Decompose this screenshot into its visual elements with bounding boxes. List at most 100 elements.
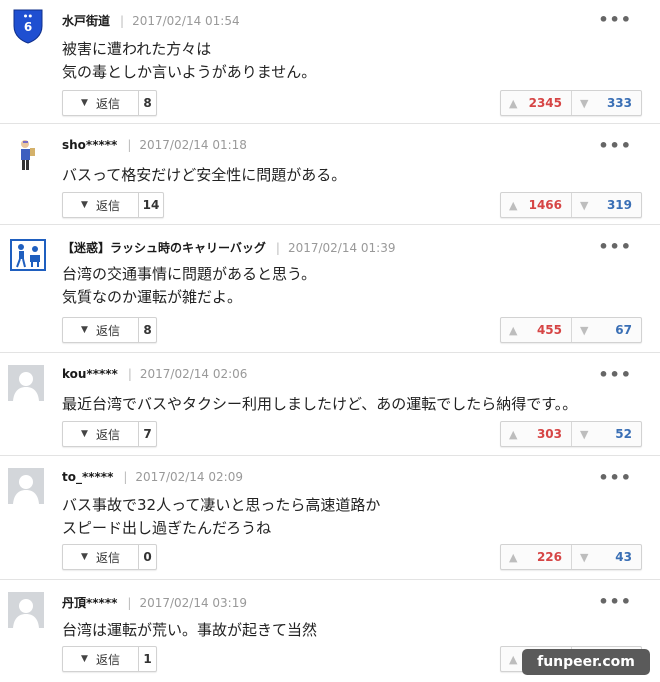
thumbs-up-icon: ▲	[509, 198, 518, 212]
dislike-button[interactable]: ▼ 319	[571, 193, 641, 217]
vote-box: ▲ 303 ▼ 52	[500, 421, 642, 447]
chevron-down-icon: ▼	[81, 552, 88, 562]
comment-meta: 【迷惑】ラッシュ時のキャリーバッグ | 2017/02/14 01:39	[62, 241, 396, 255]
more-options-button[interactable]: •••	[598, 592, 632, 611]
reply-button[interactable]: ▼ 返信 8	[62, 317, 157, 343]
chevron-down-icon: ▼	[81, 200, 88, 210]
reply-label: 返信	[95, 323, 120, 338]
reply-label: 返信	[95, 198, 120, 213]
dislike-count: 333	[606, 96, 632, 110]
comment-timestamp: 2017/02/14 02:06	[139, 367, 248, 381]
dislike-button[interactable]: ▼ 52	[571, 422, 641, 446]
comment-username[interactable]: sho*****	[62, 138, 117, 152]
dislike-button[interactable]: ▼ 67	[571, 318, 641, 342]
more-options-button[interactable]: •••	[598, 237, 632, 256]
vote-box: ▲ 226 ▼ 43	[500, 544, 642, 570]
dislike-button[interactable]: ▼ 333	[571, 91, 641, 115]
more-options-button[interactable]: •••	[598, 365, 632, 384]
default-avatar-icon[interactable]	[8, 365, 44, 401]
figure-icon[interactable]	[14, 138, 42, 172]
thumbs-down-icon: ▼	[580, 323, 589, 337]
reply-label: 返信	[95, 427, 120, 442]
comment-username[interactable]: 【迷惑】ラッシュ時のキャリーバッグ	[62, 241, 266, 255]
comment-timestamp: 2017/02/14 01:54	[132, 14, 240, 28]
comment-username[interactable]: 水戸街道	[62, 14, 110, 28]
comment-item: ● ● 6 水戸街道 | 2017/02/14 01:54 ••• 被害に遭われた方…	[0, 0, 660, 124]
svg-text:● ●: ● ●	[24, 13, 33, 18]
comment-text: 被害に遭われた方々は 気の毒としか言いようがありません。	[62, 40, 317, 81]
dislike-count: 43	[615, 550, 632, 564]
chevron-down-icon: ▼	[81, 654, 88, 664]
like-count: 303	[536, 427, 562, 441]
watermark: funpeer.com	[522, 649, 650, 675]
thumbs-up-icon: ▲	[509, 550, 518, 564]
reply-count: 14	[142, 198, 160, 212]
comment-text: バス事故で32人って凄いと思ったら高速道路か スピード出し過ぎたんだろうね	[62, 496, 381, 537]
like-button[interactable]: ▲ 2345	[501, 91, 571, 115]
comment-meta: 水戸街道 | 2017/02/14 01:54	[62, 14, 240, 28]
comment-item: sho***** | 2017/02/14 01:18 ••• バスって格安だけど安…	[0, 124, 660, 225]
comment-item: to_***** | 2017/02/14 02:09 ••• バス事故で32人って…	[0, 456, 660, 580]
default-avatar-icon[interactable]	[8, 592, 44, 628]
like-count: 226	[536, 550, 562, 564]
comment-username[interactable]: 丹頂*****	[62, 596, 117, 610]
chevron-down-icon: ▼	[81, 429, 88, 439]
dislike-count: 52	[615, 427, 632, 441]
comment-text: 台湾は運転が荒い。事故が起きて当然	[62, 621, 318, 639]
reply-button[interactable]: ▼ 返信 8	[62, 90, 157, 116]
reply-label: 返信	[95, 96, 120, 111]
reply-count: 1	[143, 652, 152, 666]
like-count: 1466	[528, 198, 562, 212]
reply-count: 8	[143, 96, 152, 110]
thumbs-up-icon: ▲	[509, 323, 518, 337]
comment-list: ● ● 6 水戸街道 | 2017/02/14 01:54 ••• 被害に遭われた方…	[0, 0, 660, 682]
comment-timestamp: 2017/02/14 01:39	[287, 241, 396, 255]
vote-box: ▲ 2345 ▼ 333	[500, 90, 642, 116]
chevron-down-icon: ▼	[81, 98, 88, 108]
default-avatar-icon[interactable]	[8, 468, 44, 504]
comment-meta: sho***** | 2017/02/14 01:18	[62, 138, 247, 152]
comment-text: 最近台湾でバスやタクシー利用しましたけど、あの運転でしたら納得です。。	[62, 395, 578, 413]
reply-count: 8	[143, 323, 152, 337]
like-count: 455	[536, 323, 562, 337]
comment-text: 台湾の交通事情に問題があると思う。 気質なのか運転が雑だよ。	[62, 265, 317, 306]
thumbs-down-icon: ▼	[580, 550, 589, 564]
like-button[interactable]: ▲ 1466	[501, 193, 571, 217]
like-button[interactable]: ▲ 226	[501, 545, 571, 569]
thumbs-up-icon: ▲	[509, 652, 518, 666]
reply-count: 7	[143, 427, 152, 441]
like-button[interactable]: ▲ 303	[501, 422, 571, 446]
comment-meta: to_***** | 2017/02/14 02:09	[62, 470, 243, 484]
reply-button[interactable]: ▼ 返信 7	[62, 421, 157, 447]
dislike-button[interactable]: ▼ 43	[571, 545, 641, 569]
like-button[interactable]: ▲ 455	[501, 318, 571, 342]
more-options-button[interactable]: •••	[598, 468, 632, 487]
more-options-button[interactable]: •••	[598, 10, 632, 29]
comment-username[interactable]: kou*****	[62, 367, 118, 381]
dislike-count: 67	[615, 323, 632, 337]
vote-box: ▲ 455 ▼ 67	[500, 317, 642, 343]
reply-button[interactable]: ▼ 返信 14	[62, 192, 164, 218]
thumbs-down-icon: ▼	[580, 427, 589, 441]
comment-item: kou***** | 2017/02/14 02:06 ••• 最近台湾でバスやタク…	[0, 353, 660, 456]
thumbs-up-icon: ▲	[509, 96, 518, 110]
thumbs-down-icon: ▼	[580, 198, 589, 212]
comment-text: バスって格安だけど安全性に問題がある。	[62, 166, 347, 184]
thumbs-up-icon: ▲	[509, 427, 518, 441]
reply-label: 返信	[95, 652, 120, 667]
comment-timestamp: 2017/02/14 03:19	[139, 596, 247, 610]
reply-button[interactable]: ▼ 返信 0	[62, 544, 157, 570]
comment-meta: kou***** | 2017/02/14 02:06	[62, 367, 248, 381]
pictogram-icon[interactable]	[10, 239, 46, 271]
reply-count: 0	[143, 550, 152, 564]
vote-box: ▲ 1466 ▼ 319	[500, 192, 642, 218]
comment-meta: 丹頂***** | 2017/02/14 03:19	[62, 596, 247, 610]
comment-username[interactable]: to_*****	[62, 470, 113, 484]
route-badge-icon[interactable]: ● ● 6	[12, 8, 44, 44]
dislike-count: 319	[606, 198, 632, 212]
chevron-down-icon: ▼	[81, 325, 88, 335]
reply-button[interactable]: ▼ 返信 1	[62, 646, 157, 672]
thumbs-down-icon: ▼	[580, 96, 589, 110]
more-options-button[interactable]: •••	[598, 136, 632, 155]
like-count: 2345	[528, 96, 562, 110]
